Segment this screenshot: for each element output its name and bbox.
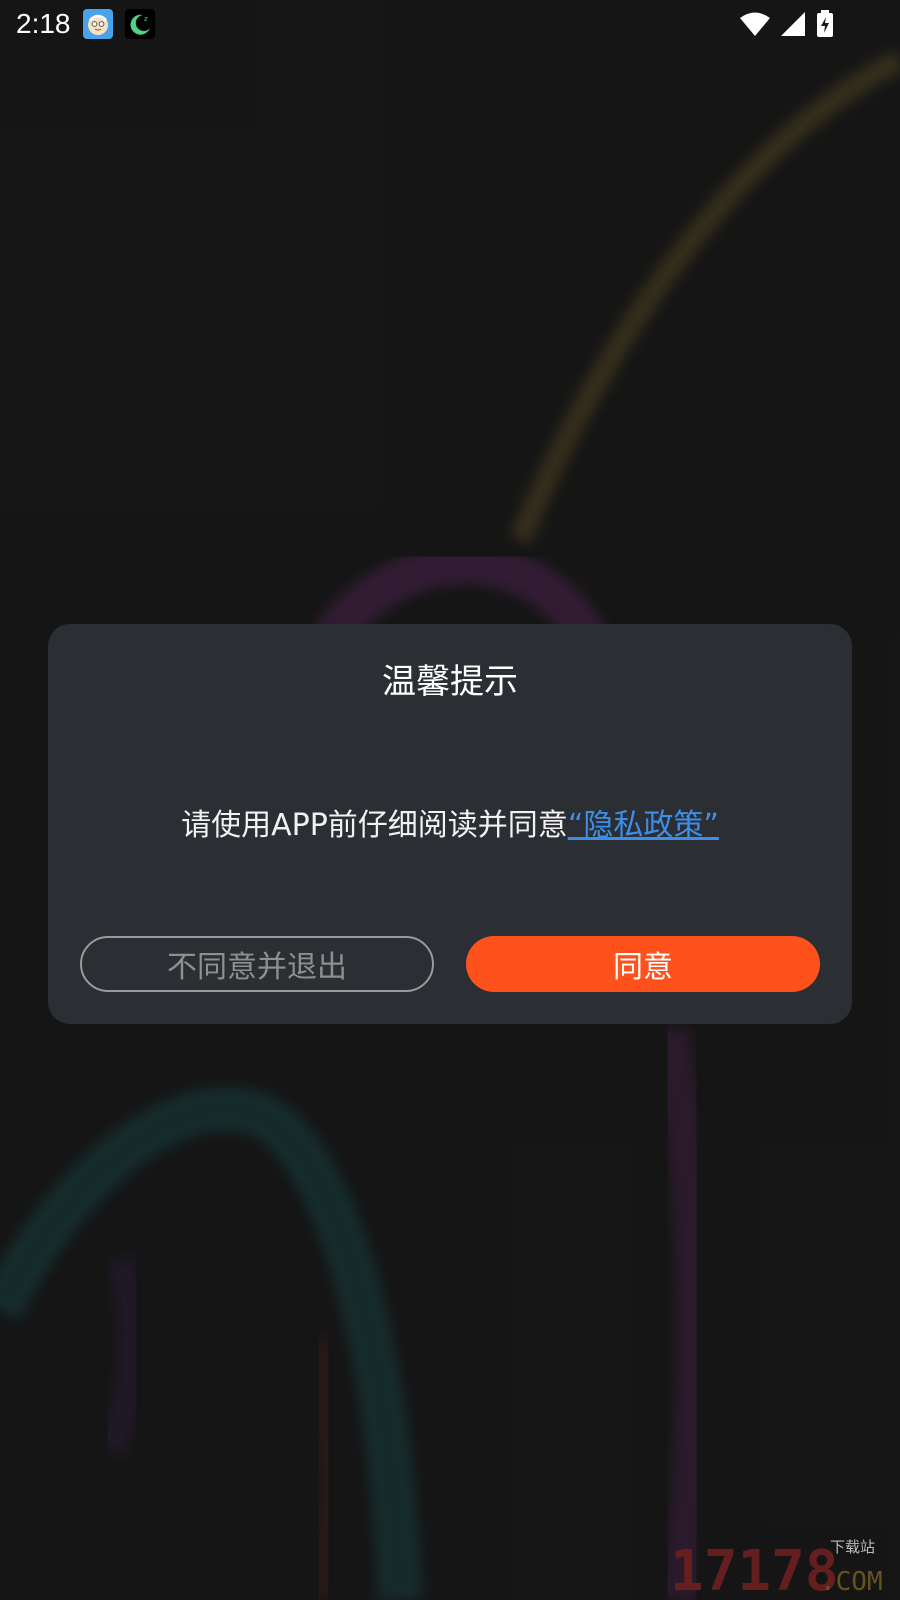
watermark-suffix: .COM [820, 1567, 883, 1596]
baby-app-icon [82, 9, 113, 39]
watermark-tagline: 下载站 [830, 1538, 875, 1556]
agree-button[interactable]: 同意 [466, 936, 820, 992]
status-bar: 2:18 z [0, 0, 900, 48]
cell-signal-icon [781, 12, 805, 36]
privacy-dialog: 温馨提示 请使用APP前仔细阅读并同意“隐私政策” 不同意并退出 同意 [48, 624, 852, 1024]
site-watermark-logo: 17178 .COM 下载站 [670, 1538, 883, 1596]
dialog-message: 请使用APP前仔细阅读并同意“隐私政策” [48, 800, 852, 844]
battery-charging-icon [817, 10, 833, 37]
sleep-app-icon: z [124, 9, 155, 39]
watermark-number: 17178 [670, 1539, 839, 1596]
privacy-policy-link[interactable]: “隐私政策” [568, 808, 719, 843]
status-time: 2:18 [16, 8, 71, 39]
decline-exit-button[interactable]: 不同意并退出 [80, 936, 434, 992]
wifi-icon [740, 12, 770, 36]
dialog-title: 温馨提示 [382, 662, 518, 702]
dialog-message-text: 请使用APP前仔细阅读并同意 [181, 808, 568, 843]
svg-text:z: z [144, 15, 148, 23]
